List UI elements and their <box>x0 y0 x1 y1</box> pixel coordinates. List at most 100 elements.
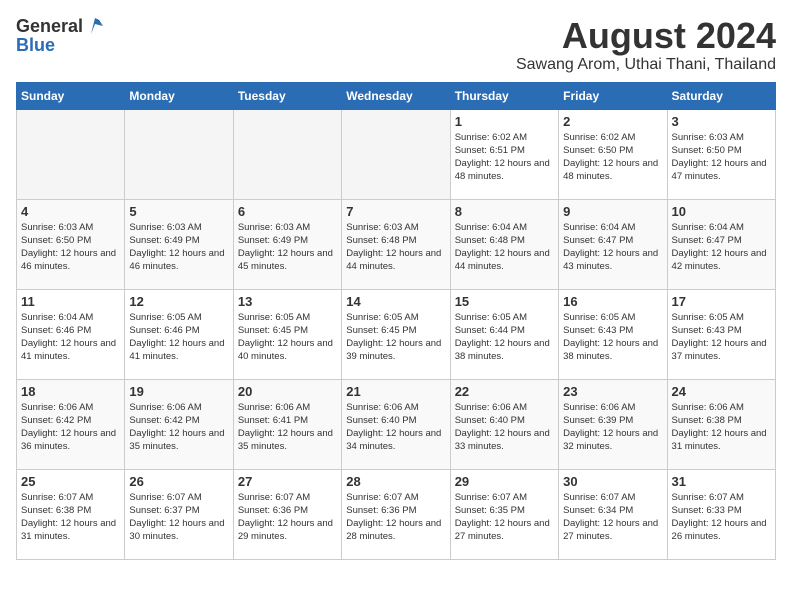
day-info: Sunrise: 6:03 AMSunset: 6:49 PMDaylight:… <box>129 222 224 273</box>
day-number: 6 <box>238 204 337 219</box>
day-number: 20 <box>238 384 337 399</box>
header-tuesday: Tuesday <box>233 82 341 109</box>
table-row: 30 Sunrise: 6:07 AMSunset: 6:34 PMDaylig… <box>559 469 667 559</box>
table-row: 13 Sunrise: 6:05 AMSunset: 6:45 PMDaylig… <box>233 289 341 379</box>
header-saturday: Saturday <box>667 82 775 109</box>
day-info: Sunrise: 6:07 AMSunset: 6:35 PMDaylight:… <box>455 492 550 543</box>
day-number: 30 <box>563 474 662 489</box>
table-row <box>233 109 341 199</box>
day-number: 18 <box>21 384 120 399</box>
day-info: Sunrise: 6:04 AMSunset: 6:47 PMDaylight:… <box>672 222 767 273</box>
table-row: 28 Sunrise: 6:07 AMSunset: 6:36 PMDaylig… <box>342 469 450 559</box>
day-info: Sunrise: 6:05 AMSunset: 6:45 PMDaylight:… <box>238 312 333 363</box>
day-number: 12 <box>129 294 228 309</box>
day-number: 11 <box>21 294 120 309</box>
table-row: 19 Sunrise: 6:06 AMSunset: 6:42 PMDaylig… <box>125 379 233 469</box>
day-number: 23 <box>563 384 662 399</box>
table-row: 11 Sunrise: 6:04 AMSunset: 6:46 PMDaylig… <box>17 289 125 379</box>
calendar-subtitle: Sawang Arom, Uthai Thani, Thailand <box>516 56 776 74</box>
table-row: 22 Sunrise: 6:06 AMSunset: 6:40 PMDaylig… <box>450 379 558 469</box>
day-number: 31 <box>672 474 771 489</box>
day-number: 4 <box>21 204 120 219</box>
day-info: Sunrise: 6:04 AMSunset: 6:48 PMDaylight:… <box>455 222 550 273</box>
table-row: 3 Sunrise: 6:03 AMSunset: 6:50 PMDayligh… <box>667 109 775 199</box>
logo-icon <box>85 16 105 36</box>
day-info: Sunrise: 6:05 AMSunset: 6:44 PMDaylight:… <box>455 312 550 363</box>
day-number: 14 <box>346 294 445 309</box>
table-row: 29 Sunrise: 6:07 AMSunset: 6:35 PMDaylig… <box>450 469 558 559</box>
table-row: 31 Sunrise: 6:07 AMSunset: 6:33 PMDaylig… <box>667 469 775 559</box>
table-row: 6 Sunrise: 6:03 AMSunset: 6:49 PMDayligh… <box>233 199 341 289</box>
header: General Blue August 2024 Sawang Arom, Ut… <box>16 16 776 74</box>
table-row: 10 Sunrise: 6:04 AMSunset: 6:47 PMDaylig… <box>667 199 775 289</box>
table-row: 16 Sunrise: 6:05 AMSunset: 6:43 PMDaylig… <box>559 289 667 379</box>
table-row: 15 Sunrise: 6:05 AMSunset: 6:44 PMDaylig… <box>450 289 558 379</box>
day-info: Sunrise: 6:05 AMSunset: 6:46 PMDaylight:… <box>129 312 224 363</box>
day-info: Sunrise: 6:06 AMSunset: 6:40 PMDaylight:… <box>346 402 441 453</box>
table-row: 18 Sunrise: 6:06 AMSunset: 6:42 PMDaylig… <box>17 379 125 469</box>
header-thursday: Thursday <box>450 82 558 109</box>
days-header-row: Sunday Monday Tuesday Wednesday Thursday… <box>17 82 776 109</box>
day-number: 3 <box>672 114 771 129</box>
day-number: 17 <box>672 294 771 309</box>
table-row: 12 Sunrise: 6:05 AMSunset: 6:46 PMDaylig… <box>125 289 233 379</box>
day-info: Sunrise: 6:05 AMSunset: 6:43 PMDaylight:… <box>563 312 658 363</box>
day-number: 5 <box>129 204 228 219</box>
day-number: 22 <box>455 384 554 399</box>
day-number: 27 <box>238 474 337 489</box>
day-number: 29 <box>455 474 554 489</box>
table-row <box>342 109 450 199</box>
day-number: 24 <box>672 384 771 399</box>
table-row: 20 Sunrise: 6:06 AMSunset: 6:41 PMDaylig… <box>233 379 341 469</box>
day-info: Sunrise: 6:06 AMSunset: 6:42 PMDaylight:… <box>21 402 116 453</box>
day-info: Sunrise: 6:07 AMSunset: 6:37 PMDaylight:… <box>129 492 224 543</box>
header-wednesday: Wednesday <box>342 82 450 109</box>
header-monday: Monday <box>125 82 233 109</box>
table-row: 21 Sunrise: 6:06 AMSunset: 6:40 PMDaylig… <box>342 379 450 469</box>
day-info: Sunrise: 6:03 AMSunset: 6:50 PMDaylight:… <box>21 222 116 273</box>
day-number: 16 <box>563 294 662 309</box>
day-number: 28 <box>346 474 445 489</box>
logo-blue: Blue <box>16 36 105 54</box>
day-info: Sunrise: 6:03 AMSunset: 6:50 PMDaylight:… <box>672 132 767 183</box>
table-row: 2 Sunrise: 6:02 AMSunset: 6:50 PMDayligh… <box>559 109 667 199</box>
logo: General Blue <box>16 16 105 54</box>
title-area: August 2024 Sawang Arom, Uthai Thani, Th… <box>516 16 776 74</box>
day-info: Sunrise: 6:07 AMSunset: 6:36 PMDaylight:… <box>346 492 441 543</box>
day-number: 2 <box>563 114 662 129</box>
table-row: 14 Sunrise: 6:05 AMSunset: 6:45 PMDaylig… <box>342 289 450 379</box>
table-row <box>125 109 233 199</box>
day-number: 25 <box>21 474 120 489</box>
day-number: 15 <box>455 294 554 309</box>
header-sunday: Sunday <box>17 82 125 109</box>
day-info: Sunrise: 6:07 AMSunset: 6:33 PMDaylight:… <box>672 492 767 543</box>
day-number: 7 <box>346 204 445 219</box>
week-row-5: 25 Sunrise: 6:07 AMSunset: 6:38 PMDaylig… <box>17 469 776 559</box>
day-info: Sunrise: 6:04 AMSunset: 6:46 PMDaylight:… <box>21 312 116 363</box>
day-info: Sunrise: 6:07 AMSunset: 6:36 PMDaylight:… <box>238 492 333 543</box>
logo-general: General <box>16 17 83 35</box>
day-info: Sunrise: 6:07 AMSunset: 6:34 PMDaylight:… <box>563 492 658 543</box>
day-info: Sunrise: 6:07 AMSunset: 6:38 PMDaylight:… <box>21 492 116 543</box>
table-row: 25 Sunrise: 6:07 AMSunset: 6:38 PMDaylig… <box>17 469 125 559</box>
table-row: 26 Sunrise: 6:07 AMSunset: 6:37 PMDaylig… <box>125 469 233 559</box>
table-row: 1 Sunrise: 6:02 AMSunset: 6:51 PMDayligh… <box>450 109 558 199</box>
day-info: Sunrise: 6:04 AMSunset: 6:47 PMDaylight:… <box>563 222 658 273</box>
table-row: 5 Sunrise: 6:03 AMSunset: 6:49 PMDayligh… <box>125 199 233 289</box>
table-row: 27 Sunrise: 6:07 AMSunset: 6:36 PMDaylig… <box>233 469 341 559</box>
week-row-4: 18 Sunrise: 6:06 AMSunset: 6:42 PMDaylig… <box>17 379 776 469</box>
table-row: 24 Sunrise: 6:06 AMSunset: 6:38 PMDaylig… <box>667 379 775 469</box>
day-info: Sunrise: 6:06 AMSunset: 6:39 PMDaylight:… <box>563 402 658 453</box>
day-info: Sunrise: 6:06 AMSunset: 6:40 PMDaylight:… <box>455 402 550 453</box>
day-info: Sunrise: 6:05 AMSunset: 6:43 PMDaylight:… <box>672 312 767 363</box>
calendar-title: August 2024 <box>516 16 776 56</box>
day-number: 10 <box>672 204 771 219</box>
day-info: Sunrise: 6:05 AMSunset: 6:45 PMDaylight:… <box>346 312 441 363</box>
day-info: Sunrise: 6:03 AMSunset: 6:48 PMDaylight:… <box>346 222 441 273</box>
day-number: 9 <box>563 204 662 219</box>
day-number: 26 <box>129 474 228 489</box>
day-number: 1 <box>455 114 554 129</box>
table-row: 23 Sunrise: 6:06 AMSunset: 6:39 PMDaylig… <box>559 379 667 469</box>
day-info: Sunrise: 6:06 AMSunset: 6:42 PMDaylight:… <box>129 402 224 453</box>
table-row: 8 Sunrise: 6:04 AMSunset: 6:48 PMDayligh… <box>450 199 558 289</box>
